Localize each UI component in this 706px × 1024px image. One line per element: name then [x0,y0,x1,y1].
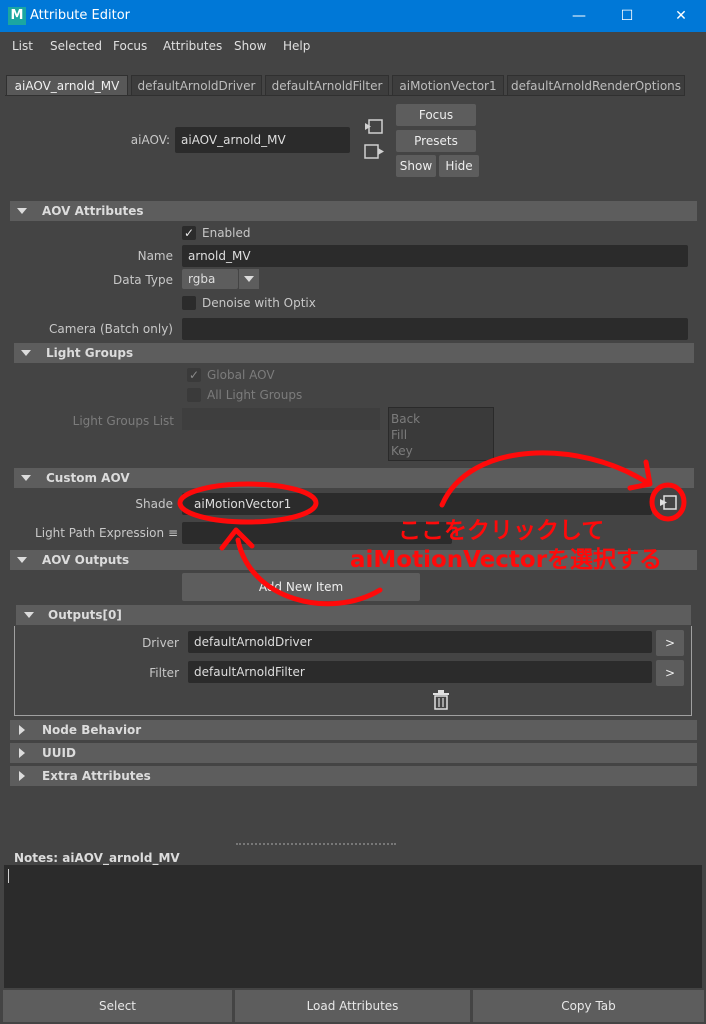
name-label: Name [137,249,173,263]
node-name-field[interactable]: aiAOV_arnold_MV [175,127,350,153]
light-groups-list-label: Light Groups List [72,414,174,428]
select-button[interactable]: Select [3,990,232,1022]
shader-field[interactable]: aiMotionVector1 [182,493,652,515]
section-extra-attributes[interactable]: Extra Attributes [10,766,697,786]
section-light-groups[interactable]: Light Groups [14,343,694,363]
shader-connection-icon[interactable] [659,493,679,513]
global-aov-checkbox[interactable]: ✓ [187,368,201,382]
maximize-button[interactable]: ☐ [604,0,650,32]
menu-help[interactable]: Help [283,39,310,53]
light-groups-listbox[interactable]: Back Fill Key [388,407,494,461]
data-type-dropdown[interactable]: rgba [182,269,238,289]
show-button[interactable]: Show [396,155,436,177]
load-attributes-button[interactable]: Load Attributes [235,990,470,1022]
all-light-groups-checkbox[interactable] [187,388,201,402]
node-type-label: aiAOV: [130,133,170,147]
data-type-dropdown-arrow[interactable] [239,269,259,289]
section-uuid[interactable]: UUID [10,743,697,763]
notes-textarea[interactable] [4,865,702,988]
section-node-behavior[interactable]: Node Behavior [10,720,697,740]
add-new-item-button[interactable]: Add New Item [182,573,420,601]
list-item[interactable]: Back [391,411,420,427]
denoise-label: Denoise with Optix [202,296,316,310]
expand-arrow-icon [19,725,25,735]
shader-label: Shade [135,497,173,511]
chevron-down-icon [244,276,254,282]
collapse-arrow-icon [21,475,31,481]
all-light-groups-label: All Light Groups [207,388,303,402]
tab-default-arnold-driver[interactable]: defaultArnoldDriver [131,75,262,96]
expand-arrow-icon [19,748,25,758]
tab-default-arnold-render-options[interactable]: defaultArnoldRenderOptions [507,75,685,96]
focus-button[interactable]: Focus [396,104,476,126]
section-aov-attributes[interactable]: AOV Attributes [10,201,697,221]
collapse-arrow-icon [17,557,27,563]
expand-arrow-icon [19,771,25,781]
splitter-handle[interactable] [236,843,396,845]
camera-label: Camera (Batch only) [49,322,173,336]
collapse-arrow-icon [21,350,31,356]
output-connections-icon[interactable] [364,143,386,161]
app-icon: M [8,7,26,25]
menu-selected[interactable]: Selected [50,39,102,53]
list-item[interactable]: Fill [391,427,407,443]
driver-label: Driver [142,636,179,650]
lpe-label: Light Path Expression ≡ [35,526,178,540]
collapse-arrow-icon [17,208,27,214]
filter-field[interactable]: defaultArnoldFilter [188,661,652,683]
menu-focus[interactable]: Focus [113,39,147,53]
trash-icon[interactable] [432,690,450,710]
copy-tab-button[interactable]: Copy Tab [473,990,704,1022]
denoise-checkbox[interactable] [182,296,196,310]
section-custom-aov[interactable]: Custom AOV [14,468,694,488]
driver-field[interactable]: defaultArnoldDriver [188,631,652,653]
filter-nav-button[interactable]: > [656,660,684,686]
section-outputs-0[interactable]: Outputs[0] [16,605,691,625]
camera-field[interactable] [182,318,688,340]
enabled-label: Enabled [202,226,251,240]
menu-attributes[interactable]: Attributes [163,39,222,53]
data-type-label: Data Type [112,273,173,287]
input-connections-icon[interactable] [364,118,384,136]
tab-aiaov-arnold-mv[interactable]: aiAOV_arnold_MV [6,75,128,96]
filter-label: Filter [149,666,179,680]
window-title: Attribute Editor [30,8,131,23]
close-button[interactable]: ✕ [658,0,704,32]
global-aov-label: Global AOV [207,368,275,382]
tab-ai-motion-vector1[interactable]: aiMotionVector1 [392,75,504,96]
tab-default-arnold-filter[interactable]: defaultArnoldFilter [265,75,389,96]
hide-button[interactable]: Hide [439,155,479,177]
notes-label: Notes: aiAOV_arnold_MV [14,851,180,865]
list-item[interactable]: Key [391,443,413,459]
annotation-text-line1: ここをクリックして [398,518,605,544]
enabled-checkbox[interactable]: ✓ [182,226,196,240]
menu-show[interactable]: Show [234,39,266,53]
minimize-button[interactable]: — [556,0,602,32]
light-groups-list-field[interactable] [182,408,380,430]
collapse-arrow-icon [24,612,34,618]
presets-button[interactable]: Presets [396,130,476,152]
annotation-text-line2: aiMotionVectorを選択する [350,547,663,573]
name-field[interactable]: arnold_MV [182,245,688,267]
menu-bar [0,32,706,60]
text-cursor [8,869,9,883]
menu-list[interactable]: List [12,39,33,53]
driver-nav-button[interactable]: > [656,630,684,656]
